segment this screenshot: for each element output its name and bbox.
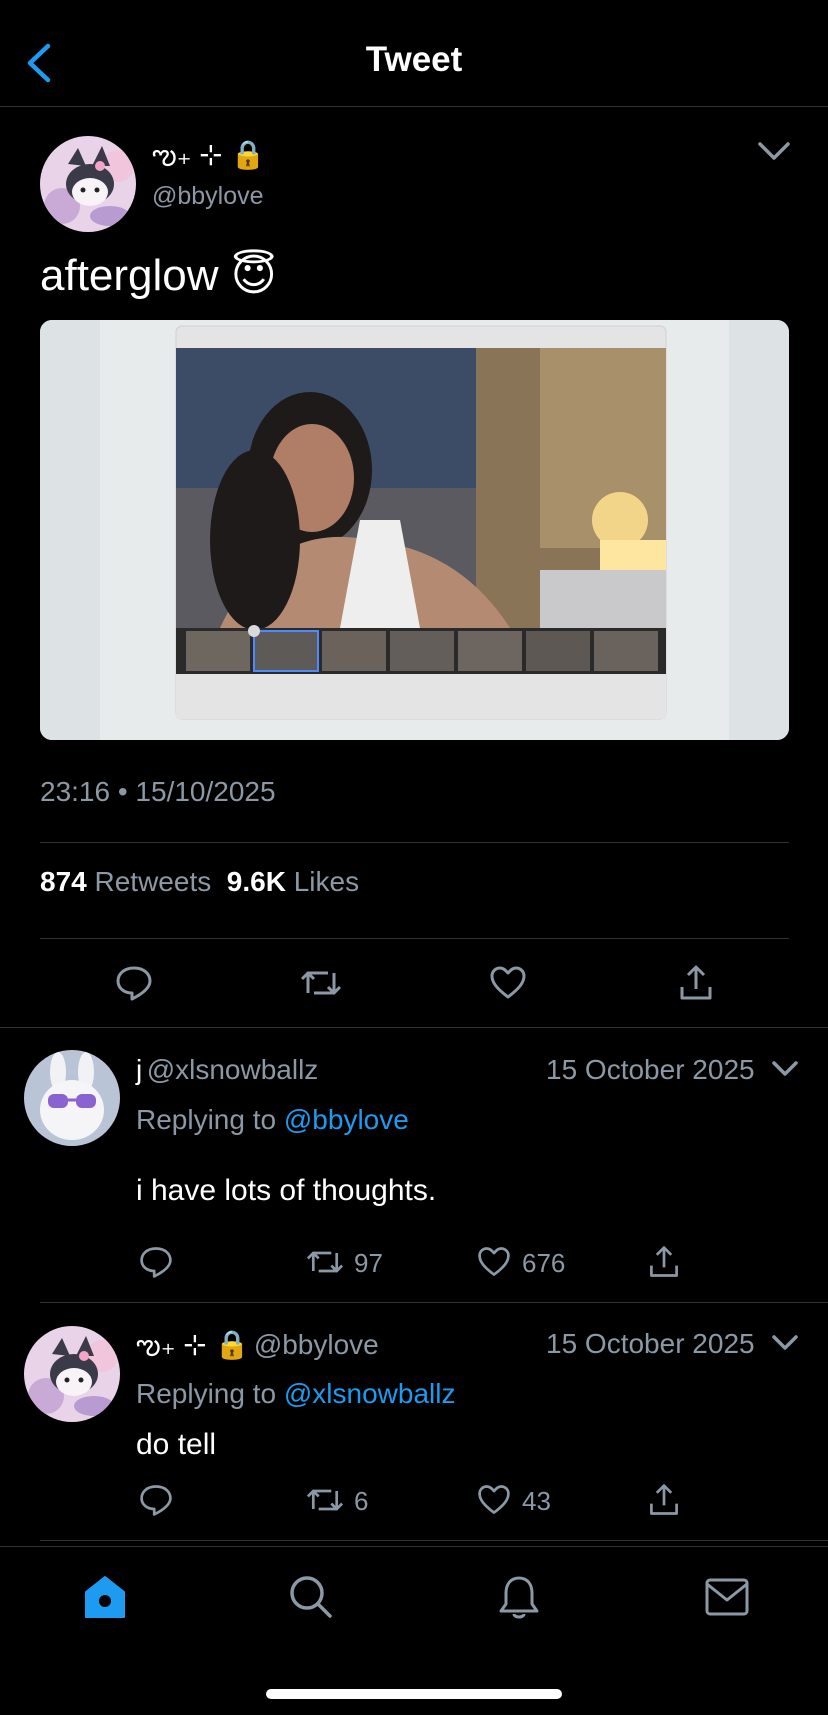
retweet-icon[interactable] xyxy=(300,963,342,1003)
engagement-stats: 874 Retweets 9.6K Likes xyxy=(40,866,359,898)
divider xyxy=(0,1027,828,1028)
retweet-icon[interactable] xyxy=(306,1482,344,1518)
bell-icon[interactable] xyxy=(496,1574,542,1620)
replying-prefix: Replying to xyxy=(136,1104,277,1135)
reply-date: 15 October 2025 xyxy=(546,1328,755,1359)
divider xyxy=(40,842,789,843)
avatar[interactable] xyxy=(24,1050,120,1146)
reply-icon[interactable] xyxy=(138,1482,174,1518)
likes-label[interactable]: Likes xyxy=(294,866,359,897)
reply-icon[interactable] xyxy=(138,1244,174,1280)
handle[interactable]: @xlsnowballz xyxy=(147,1054,319,1085)
chevron-down-icon[interactable] xyxy=(770,1332,800,1354)
retweet-count: 97 xyxy=(354,1248,383,1278)
divider xyxy=(40,1540,828,1541)
retweets-label[interactable]: Retweets xyxy=(95,866,212,897)
chevron-down-icon[interactable] xyxy=(770,1058,800,1080)
replying-to-link[interactable]: @xlsnowballz xyxy=(284,1378,456,1409)
home-icon[interactable] xyxy=(82,1574,128,1620)
share-icon[interactable] xyxy=(676,963,716,1003)
display-name[interactable]: j xyxy=(136,1054,142,1085)
heart-icon[interactable] xyxy=(476,1244,512,1280)
share-icon[interactable] xyxy=(646,1244,682,1280)
heart-icon[interactable] xyxy=(488,963,528,1003)
mail-icon[interactable] xyxy=(704,1576,750,1618)
display-name[interactable]: ఌ₊ ⊹ 🔒 xyxy=(136,1329,249,1360)
home-indicator xyxy=(266,1689,562,1699)
divider xyxy=(40,1302,828,1303)
replying-to: Replying to @xlsnowballz xyxy=(136,1378,455,1410)
share-icon[interactable] xyxy=(646,1482,682,1518)
tweet-media-image[interactable] xyxy=(40,320,789,740)
like-count: 43 xyxy=(522,1486,551,1516)
handle[interactable]: @bbylove xyxy=(152,182,264,211)
replying-to: Replying to @bbylove xyxy=(136,1104,409,1136)
reply-date: 15 October 2025 xyxy=(546,1054,755,1085)
reply-text: i have lots of thoughts. xyxy=(136,1174,437,1207)
retweet-icon[interactable] xyxy=(306,1244,344,1280)
tweet-timestamp: 23:16 • 15/10/2025 xyxy=(40,776,276,807)
replying-prefix: Replying to xyxy=(136,1378,277,1409)
handle[interactable]: @bbylove xyxy=(254,1329,379,1360)
reply-icon[interactable] xyxy=(114,963,154,1003)
like-count: 676 xyxy=(522,1248,566,1278)
display-name[interactable]: ఌ₊ ⊹ 🔒 xyxy=(152,138,265,178)
reply-text: do tell xyxy=(136,1428,217,1461)
replying-to-link[interactable]: @bbylove xyxy=(284,1104,409,1135)
chevron-down-icon[interactable] xyxy=(756,138,792,164)
retweets-count[interactable]: 874 xyxy=(40,866,87,897)
avatar[interactable] xyxy=(40,136,136,232)
heart-icon[interactable] xyxy=(476,1482,512,1518)
photo-booth-screenshot xyxy=(40,320,789,740)
divider xyxy=(40,938,789,939)
tweet-text: afterglow 😇 xyxy=(40,251,277,300)
retweet-count: 6 xyxy=(354,1486,369,1516)
page-title: Tweet xyxy=(365,40,463,79)
likes-count[interactable]: 9.6K xyxy=(227,866,286,897)
avatar[interactable] xyxy=(24,1326,120,1422)
search-icon[interactable] xyxy=(288,1574,334,1620)
